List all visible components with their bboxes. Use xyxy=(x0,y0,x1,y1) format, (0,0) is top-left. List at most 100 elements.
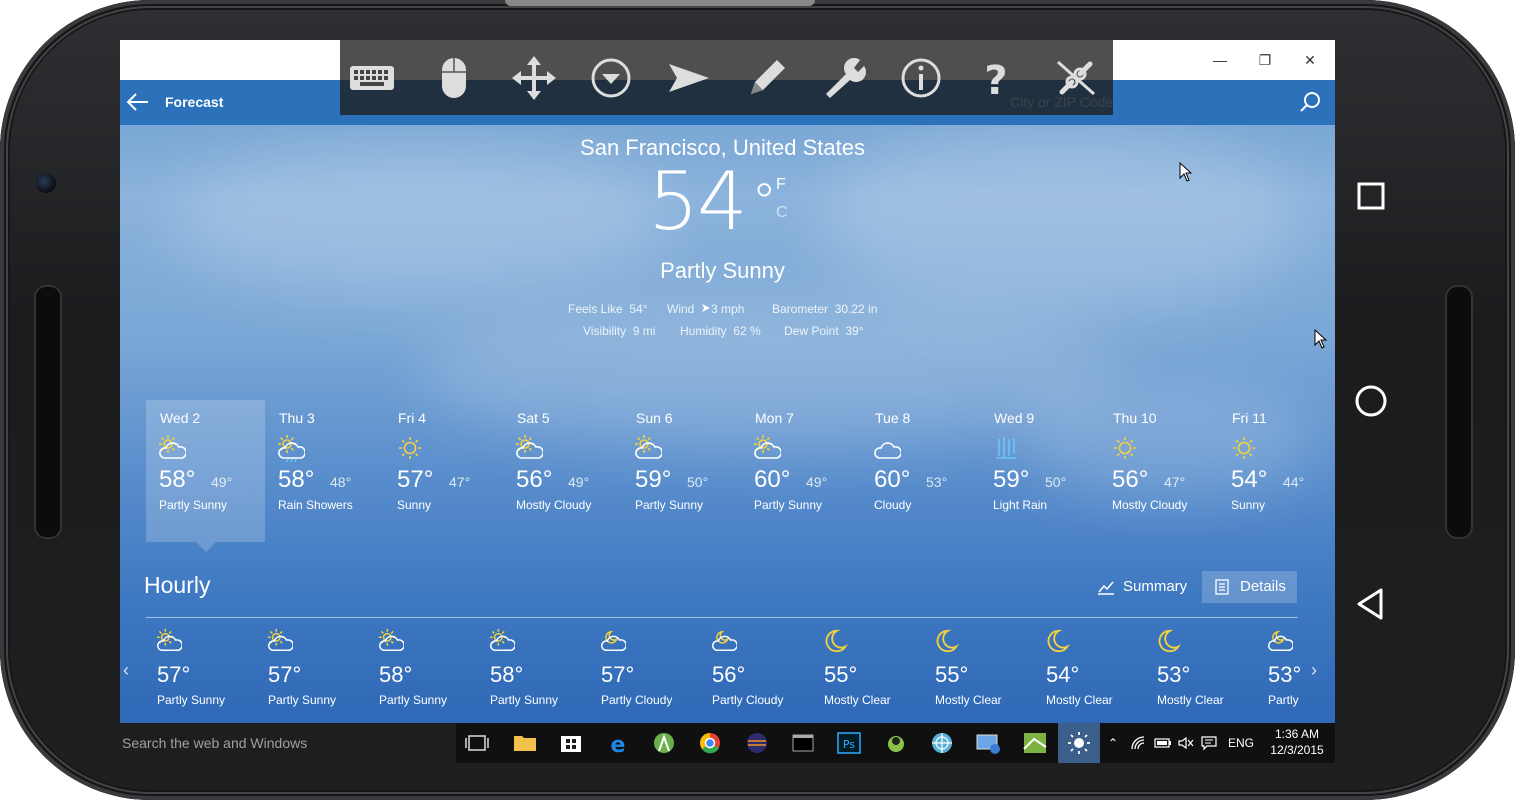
hourly-forecast-item[interactable]: 53°Mostly Clear0 %7 mph xyxy=(1146,628,1257,723)
moon-icon xyxy=(1156,628,1182,654)
day-forecast-item[interactable]: Thu 3 58° 48° Rain Showers xyxy=(265,400,384,542)
day-forecast-item[interactable]: Wed 2 58° 49° Partly Sunny xyxy=(146,400,265,542)
restore-button[interactable]: ❐ xyxy=(1250,50,1280,70)
hourly-forecast-item[interactable]: 54°Mostly Clear0 %7 mph xyxy=(1035,628,1146,723)
unit-fahrenheit-toggle[interactable]: F xyxy=(776,176,786,194)
sun-icon xyxy=(1230,434,1258,462)
task-view-icon[interactable] xyxy=(458,727,496,759)
keyboard-icon[interactable] xyxy=(348,54,396,102)
top-slot xyxy=(505,0,815,6)
day-name: Sun 6 xyxy=(636,410,673,426)
remote-desktop-icon[interactable] xyxy=(969,727,1007,759)
android-app-icon[interactable] xyxy=(877,727,915,759)
details-button[interactable]: Details xyxy=(1202,571,1297,603)
taskbar-search-input[interactable] xyxy=(120,723,456,763)
globe-app-icon[interactable] xyxy=(923,727,961,759)
recent-apps-icon[interactable] xyxy=(1351,176,1391,216)
home-icon[interactable] xyxy=(1351,381,1391,421)
tray-chevron-icon[interactable]: ⌃ xyxy=(1108,723,1118,763)
battery-icon[interactable] xyxy=(1154,736,1172,750)
search-icon[interactable] xyxy=(1298,90,1322,114)
day-forecast-item[interactable]: Sun 6 59° 50° Partly Sunny xyxy=(622,400,741,542)
moon-icon xyxy=(823,628,849,654)
weather-app-icon[interactable] xyxy=(1058,723,1100,763)
hourly-forecast-item[interactable]: 57°Partly Sunny10 %8 mph xyxy=(146,628,257,723)
day-forecast-item[interactable]: Fri 4 57° 47° Sunny xyxy=(384,400,503,542)
wind-direction-icon xyxy=(702,304,711,312)
back-nav-icon[interactable] xyxy=(1351,584,1391,624)
move-icon[interactable] xyxy=(510,54,558,102)
day-condition: Partly Sunny xyxy=(754,498,823,512)
day-forecast-item[interactable]: Mon 7 60° 49° Partly Sunny xyxy=(741,400,860,542)
summary-button[interactable]: Summary xyxy=(1085,571,1195,603)
hour-condition: Partly Sunny xyxy=(157,693,226,707)
disconnect-icon[interactable] xyxy=(1052,54,1100,102)
hourly-forecast-item[interactable]: 55°Mostly Clear0 %9 mph xyxy=(813,628,924,723)
hourly-forecast-item[interactable]: 57°Partly Cloudy0 %8 mph xyxy=(590,628,701,723)
humidity: Humidity 62 % xyxy=(680,324,761,338)
wrench-icon[interactable] xyxy=(820,54,868,102)
day-name: Tue 8 xyxy=(875,410,911,426)
volume-muted-icon[interactable] xyxy=(1178,736,1194,750)
chrome-icon[interactable] xyxy=(691,727,729,759)
android-studio-icon[interactable] xyxy=(645,727,683,759)
day-forecast-item[interactable]: Wed 9 59° 50° Light Rain xyxy=(980,400,1099,542)
barometer: Barometer 30.22 in xyxy=(772,302,878,316)
hourly-divider xyxy=(146,617,1298,618)
back-arrow-icon[interactable] xyxy=(124,88,152,116)
help-icon[interactable]: ? xyxy=(972,54,1020,102)
info-icon[interactable] xyxy=(897,54,945,102)
day-forecast-item[interactable]: Sat 5 56° 49° Mostly Cloudy xyxy=(503,400,622,542)
hour-temp: 54° xyxy=(1046,662,1080,687)
partly-sunny-icon xyxy=(753,434,782,462)
hourly-forecast-item[interactable]: 58°Partly Sunny10 %8 mph xyxy=(479,628,590,723)
eclipse-icon[interactable] xyxy=(738,727,776,759)
unit-celsius-toggle[interactable]: C xyxy=(776,204,788,222)
hour-condition: Partly Sunny xyxy=(379,693,448,707)
command-prompt-icon[interactable] xyxy=(784,727,822,759)
minimize-button[interactable]: — xyxy=(1205,50,1235,70)
day-condition: Cloudy xyxy=(874,498,912,512)
scroll-right-icon[interactable]: › xyxy=(1311,660,1317,681)
mouse-icon[interactable] xyxy=(430,54,478,102)
current-temperature: 54 ° xyxy=(648,155,777,248)
notifications-icon[interactable] xyxy=(1201,735,1217,751)
day-high-temp: 59° xyxy=(993,466,1030,493)
day-condition: Partly Sunny xyxy=(635,498,704,512)
partly-cloudy-icon xyxy=(1267,628,1294,654)
maps-app-icon[interactable] xyxy=(1016,727,1054,759)
edge-icon[interactable]: e xyxy=(599,727,637,759)
language-indicator[interactable]: ENG xyxy=(1228,723,1254,763)
day-forecast-item[interactable]: Thu 10 56° 47° Mostly Cloudy xyxy=(1099,400,1218,542)
send-icon[interactable] xyxy=(665,54,713,102)
hour-temp: 53° xyxy=(1268,662,1302,687)
hour-temp: 55° xyxy=(824,662,858,687)
taskbar-clock[interactable]: 1:36 AM 12/3/2015 xyxy=(1268,726,1326,758)
hour-condition: Partly Sunny xyxy=(268,693,337,707)
day-condition: Light Rain xyxy=(993,498,1048,512)
wind: Wind 3 mph xyxy=(667,302,745,316)
store-icon[interactable] xyxy=(552,727,590,759)
camera-icon xyxy=(36,173,56,193)
day-name: Wed 9 xyxy=(994,410,1035,426)
day-forecast-item[interactable]: Tue 8 60° 53° Cloudy xyxy=(861,400,980,542)
hourly-forecast-item[interactable]: 53°Partly05 xyxy=(1257,628,1309,723)
file-explorer-icon[interactable] xyxy=(506,727,544,759)
cloud-icon xyxy=(873,434,902,462)
close-button[interactable]: ✕ xyxy=(1295,50,1325,70)
day-condition: Mostly Cloudy xyxy=(516,498,592,512)
hourly-forecast-item[interactable]: 57°Partly Sunny10 %8 mph xyxy=(257,628,368,723)
hour-temp: 57° xyxy=(268,662,302,687)
photoshop-icon[interactable]: Ps xyxy=(830,727,868,759)
dropdown-circle-icon[interactable] xyxy=(587,54,635,102)
pencil-icon[interactable] xyxy=(743,54,791,102)
hourly-forecast-item[interactable]: 55°Mostly Clear0 %8 mph xyxy=(924,628,1035,723)
wifi-icon[interactable] xyxy=(1130,735,1148,751)
hour-temp: 53° xyxy=(1157,662,1191,687)
day-condition: Partly Sunny xyxy=(159,498,228,512)
details-list-icon xyxy=(1215,579,1229,595)
day-forecast-item[interactable]: Fri 11 54° 44° Sunny xyxy=(1218,400,1335,542)
hourly-forecast-item[interactable]: 58°Partly Sunny10 %8 mph xyxy=(368,628,479,723)
scroll-left-icon[interactable]: ‹ xyxy=(123,660,129,681)
hourly-forecast-item[interactable]: 56°Partly Cloudy0 %8 mph xyxy=(701,628,812,723)
